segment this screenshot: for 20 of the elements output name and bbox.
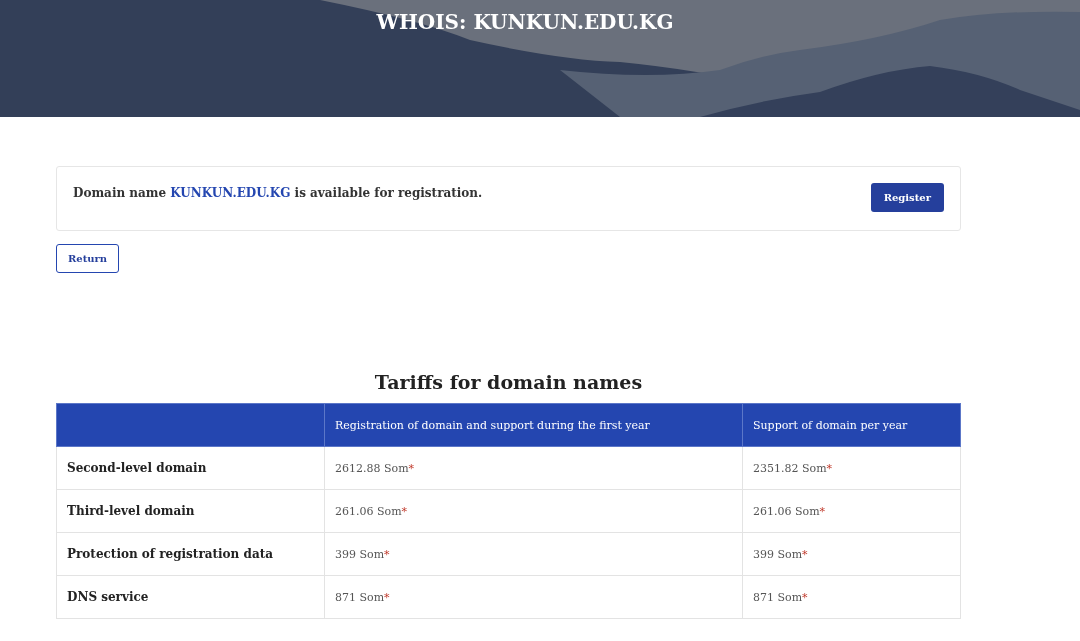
price-cell: 2612.88 Som* [324, 446, 743, 490]
return-button[interactable]: Return [56, 244, 120, 273]
register-button[interactable]: Register [870, 183, 944, 212]
row-label: Third-level domain [56, 489, 325, 533]
tariffs-heading: Tariffs for domain names [373, 371, 644, 393]
price-cell: 871 Som* [324, 575, 743, 619]
price-cell: 2351.82 Som* [742, 446, 961, 490]
column-header: Support of domain per year [742, 403, 961, 447]
price-cell: 261.06 Som* [742, 489, 961, 533]
row-label: Second-level domain [56, 446, 325, 490]
price-cell: 261.06 Som* [324, 489, 743, 533]
row-label: Protection of registration data [56, 532, 325, 576]
price-cell: 399 Som* [324, 532, 743, 576]
price-cell: 399 Som* [742, 532, 961, 576]
page-title: WHOIS: KUNKUN.EDU.KG [375, 9, 675, 34]
availability-message: Domain name KUNKUN.EDU.KG is available for registration. [73, 186, 483, 200]
price-cell: 871 Som* [742, 575, 961, 619]
domain-link[interactable]: KUNKUN.EDU.KG [170, 186, 291, 200]
row-label: DNS service [56, 575, 325, 619]
column-header: Registration of domain and support during the first year [324, 403, 743, 447]
